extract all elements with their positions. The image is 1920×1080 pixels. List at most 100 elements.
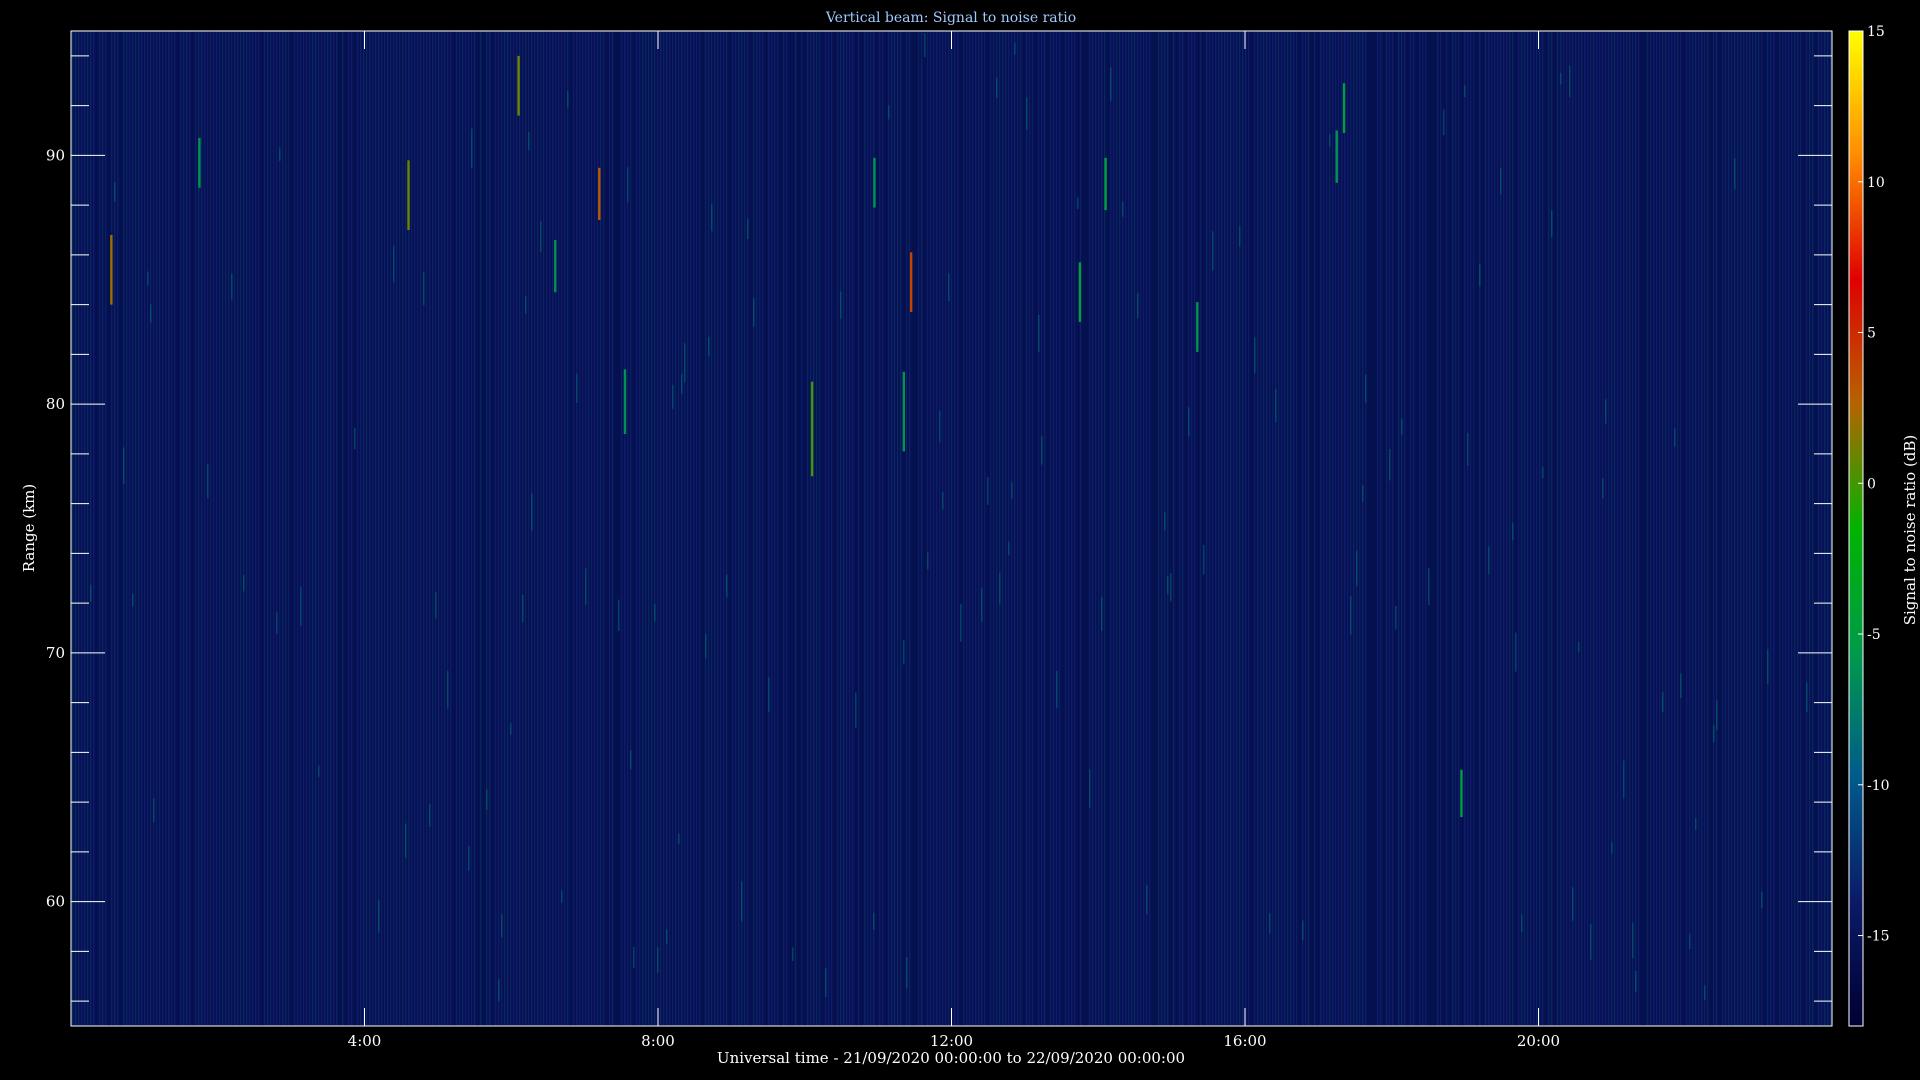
noise-stripe [507, 31, 509, 1026]
noise-stripe [867, 31, 869, 1026]
noise-stripe [1176, 31, 1178, 1026]
noise-stripe [876, 31, 878, 1026]
noise-stripe [783, 31, 785, 1026]
snr-feature [1342, 83, 1346, 133]
noise-stripe [1188, 31, 1190, 1026]
noise-streak [747, 218, 749, 240]
noise-stripe [1629, 31, 1631, 1026]
noise-stripe [1065, 31, 1067, 1026]
noise-stripe [1641, 31, 1643, 1026]
noise-stripe [1359, 31, 1361, 1026]
noise-streak [942, 491, 944, 510]
noise-stripe [645, 31, 647, 1026]
noise-stripe [225, 31, 227, 1026]
noise-stripe [1338, 31, 1340, 1026]
noise-stripe [738, 31, 740, 1026]
noise-stripe [483, 31, 485, 1026]
noise-stripe [552, 31, 554, 1026]
noise-stripe [801, 31, 803, 1026]
noise-stripe [1014, 31, 1016, 1026]
noise-streak [1026, 97, 1028, 130]
noise-stripe [1320, 31, 1322, 1026]
noise-stripe [1434, 31, 1436, 1026]
noise-streak [1488, 546, 1490, 575]
noise-stripe [342, 31, 344, 1026]
noise-streak [153, 798, 155, 823]
noise-stripe [735, 31, 737, 1026]
noise-stripe [1230, 31, 1232, 1026]
noise-stripe [1755, 31, 1757, 1026]
noise-streak [1362, 484, 1364, 502]
noise-stripe [318, 31, 320, 1026]
noise-stripe [1041, 31, 1043, 1026]
noise-stripe [885, 31, 887, 1026]
colorbar-tick-label: -15 [1867, 929, 1890, 945]
noise-stripe [207, 31, 209, 1026]
noise-streak [1716, 700, 1718, 731]
noise-stripe [504, 31, 506, 1026]
noise-streak [1704, 985, 1706, 1001]
noise-stripe [1614, 31, 1616, 1026]
snr-feature [407, 160, 410, 230]
noise-stripe [861, 31, 863, 1026]
snr-feature [517, 55, 520, 116]
noise-stripe [417, 31, 419, 1026]
noise-streak [1077, 197, 1079, 210]
noise-stripe [639, 31, 641, 1026]
noise-streak [630, 750, 632, 770]
noise-stripe [1134, 31, 1136, 1026]
noise-stripe [1827, 31, 1829, 1026]
noise-stripe [1518, 31, 1520, 1026]
noise-stripe [987, 31, 989, 1026]
noise-streak [1389, 448, 1391, 481]
noise-streak [123, 447, 125, 484]
noise-stripe [495, 31, 497, 1026]
noise-stripe [939, 31, 941, 1026]
noise-streak [1395, 605, 1397, 630]
noise-stripe [1668, 31, 1670, 1026]
noise-stripe [1143, 31, 1145, 1026]
noise-streak [525, 295, 527, 314]
noise-stripe [477, 31, 479, 1026]
noise-streak [1680, 673, 1682, 698]
noise-stripe [1341, 31, 1343, 1026]
noise-stripe [1623, 31, 1625, 1026]
noise-stripe [1155, 31, 1157, 1026]
noise-stripe [582, 31, 584, 1026]
noise-stripe [291, 31, 293, 1026]
noise-stripe [591, 31, 593, 1026]
noise-stripe [465, 31, 467, 1026]
noise-stripe [1704, 31, 1706, 1026]
noise-stripe [1023, 31, 1025, 1026]
noise-stripe [1737, 31, 1739, 1026]
noise-stripe [1368, 31, 1370, 1026]
noise-stripe [747, 31, 749, 1026]
noise-stripe [1149, 31, 1151, 1026]
noise-streak [792, 947, 794, 962]
noise-stripe [1077, 31, 1079, 1026]
noise-stripe [1236, 31, 1238, 1026]
noise-stripe [1278, 31, 1280, 1026]
noise-stripe [636, 31, 638, 1026]
noise-stripe [1740, 31, 1742, 1026]
noise-streak [1041, 435, 1043, 465]
noise-stripe [363, 31, 365, 1026]
noise-stripe [147, 31, 149, 1026]
noise-stripe [1587, 31, 1589, 1026]
noise-stripe [759, 31, 761, 1026]
noise-stripe [1647, 31, 1649, 1026]
noise-streak [1014, 42, 1016, 55]
noise-stripe [1626, 31, 1628, 1026]
noise-stripe [1407, 31, 1409, 1026]
noise-stripe [960, 31, 962, 1026]
noise-stripe [105, 31, 107, 1026]
noise-stripe [1098, 31, 1100, 1026]
noise-stripe [951, 31, 953, 1026]
noise-stripe [834, 31, 836, 1026]
noise-stripe [396, 31, 398, 1026]
noise-stripe [264, 31, 266, 1026]
noise-stripe [1665, 31, 1667, 1026]
noise-streak [981, 588, 983, 622]
noise-stripe [1050, 31, 1052, 1026]
noise-stripe [1182, 31, 1184, 1026]
